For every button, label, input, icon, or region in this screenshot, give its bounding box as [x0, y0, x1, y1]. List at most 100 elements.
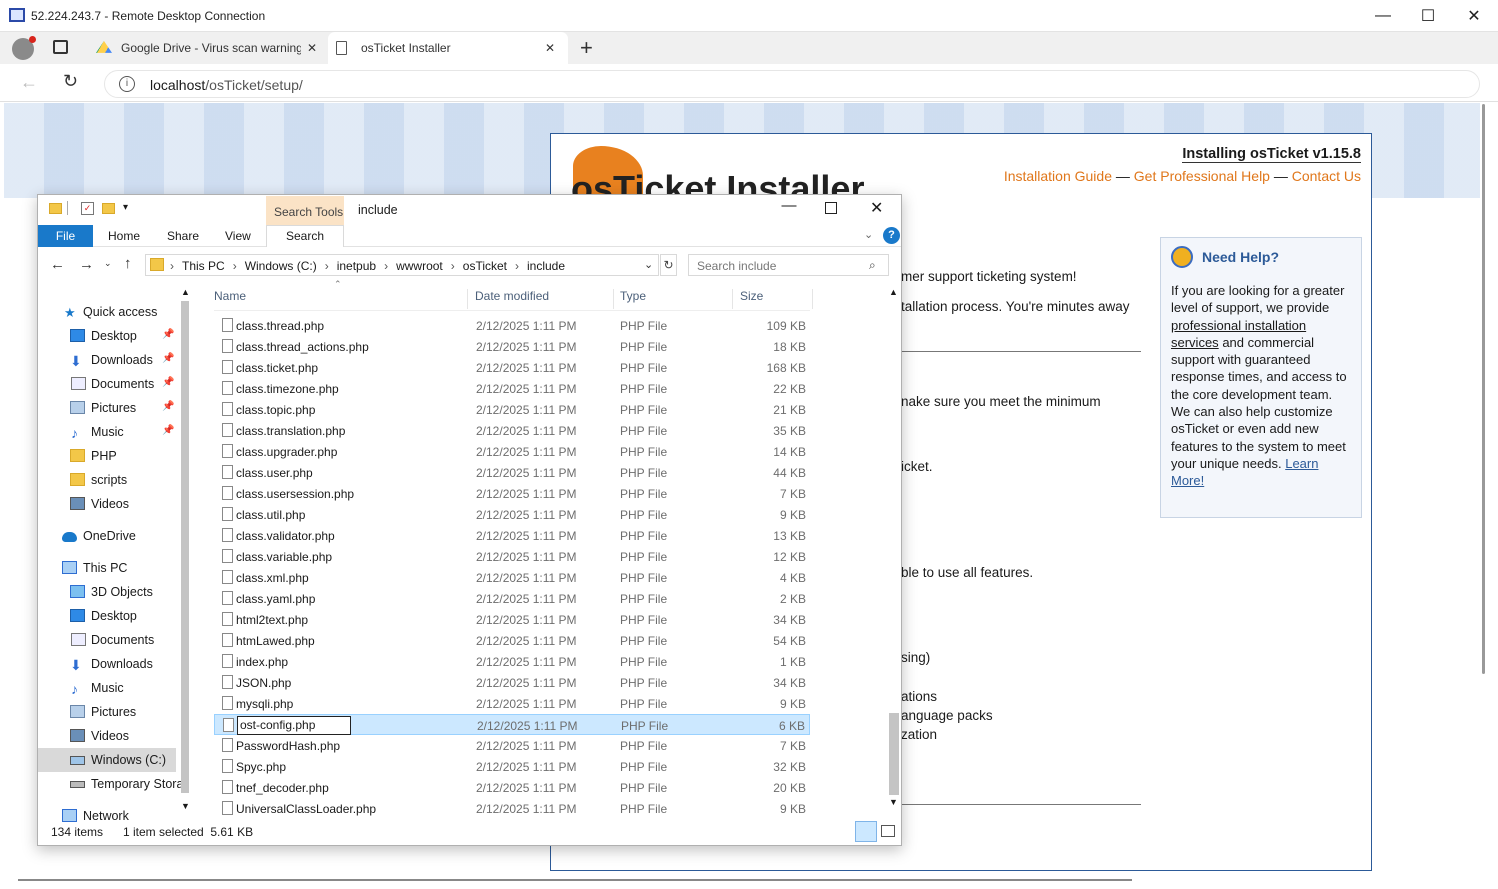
file-row[interactable]: class.usersession.php 2/12/2025 1:11 PM PH… — [214, 483, 810, 504]
pin-icon[interactable]: 📌 — [162, 329, 177, 342]
tab-view[interactable]: View — [225, 229, 251, 243]
file-row[interactable]: ost-config.php 2/12/2025 1:11 PM PHP File 6… — [214, 714, 810, 735]
file-row[interactable]: html2text.php 2/12/2025 1:11 PM PHP File 34… — [214, 609, 810, 630]
tab-actions-icon[interactable] — [53, 40, 68, 54]
pin-icon[interactable]: 📌 — [162, 353, 177, 366]
explorer-minimize-button[interactable]: — — [778, 197, 800, 214]
tab-osticket-installer[interactable]: osTicket Installer ✕ — [328, 32, 568, 64]
nav-item-3d-objects[interactable]: 3D Objects — [38, 580, 176, 604]
info-icon[interactable]: i — [119, 76, 135, 92]
search-input[interactable]: Search include ⌕ — [688, 254, 889, 276]
new-folder-icon[interactable] — [102, 203, 115, 214]
file-row[interactable]: class.upgrader.php 2/12/2025 1:11 PM PHP F… — [214, 441, 810, 462]
tab-share[interactable]: Share — [167, 229, 199, 243]
file-row[interactable]: class.ticket.php 2/12/2025 1:11 PM PHP Fil… — [214, 357, 810, 378]
file-row[interactable]: UniversalClassLoader.php 2/12/2025 1:11 P… — [214, 798, 810, 819]
breadcrumb-bar[interactable]: › This PC › Windows (C:) › inetpub › www… — [145, 254, 659, 276]
new-tab-icon[interactable]: + — [580, 35, 593, 61]
close-tab-icon[interactable]: ✕ — [545, 41, 555, 55]
file-row[interactable]: class.topic.php 2/12/2025 1:11 PM PHP File… — [214, 399, 810, 420]
nav-item-music[interactable]: ♪ Music — [38, 676, 176, 700]
tab-google-drive[interactable]: Google Drive - Virus scan warning ✕ — [84, 32, 324, 64]
tab-home[interactable]: Home — [108, 229, 140, 243]
contact-us-link[interactable]: Contact Us — [1292, 168, 1361, 184]
recent-locations-icon[interactable]: ⌄ — [104, 258, 112, 269]
file-row[interactable]: index.php 2/12/2025 1:11 PM PHP File 1 KB — [214, 651, 810, 672]
nav-item-pictures[interactable]: Pictures — [38, 700, 176, 724]
tab-search[interactable]: Search — [266, 225, 344, 247]
pin-icon[interactable]: 📌 — [162, 425, 177, 438]
nav-item-documents[interactable]: Documents — [38, 628, 176, 652]
nav-item-temporary-storage[interactable]: Temporary Stora — [38, 772, 183, 796]
get-professional-help-link[interactable]: Get Professional Help — [1134, 168, 1270, 184]
crumb-this-pc[interactable]: This PC — [182, 259, 225, 273]
nav-item-desktop[interactable]: Desktop — [38, 604, 176, 628]
up-arrow-icon[interactable]: ↑ — [124, 255, 132, 272]
nav-item-desktop[interactable]: Desktop 📌 — [38, 324, 176, 348]
nav-item-this-pc[interactable]: This PC — [38, 556, 176, 580]
nav-item-quick-access[interactable]: ★ Quick access — [38, 300, 176, 324]
file-row[interactable]: Spyc.php 2/12/2025 1:11 PM PHP File 32 KB — [214, 756, 810, 777]
explorer-close-button[interactable]: ✕ — [870, 198, 883, 218]
nav-item-onedrive[interactable]: OneDrive — [38, 524, 176, 548]
file-row[interactable]: class.yaml.php 2/12/2025 1:11 PM PHP File 2… — [214, 588, 810, 609]
pin-icon[interactable]: 📌 — [162, 401, 177, 414]
scroll-thumb[interactable] — [889, 713, 899, 795]
file-row[interactable]: class.timezone.php 2/12/2025 1:11 PM PHP F… — [214, 378, 810, 399]
nav-item-music[interactable]: ♪ Music 📌 — [38, 420, 176, 444]
nav-item-downloads[interactable]: ⬇ Downloads — [38, 652, 176, 676]
nav-item-php[interactable]: PHP — [38, 444, 176, 468]
file-row[interactable]: class.user.php 2/12/2025 1:11 PM PHP File 4… — [214, 462, 810, 483]
maximize-button[interactable]: ☐ — [1405, 0, 1451, 32]
scroll-thumb[interactable] — [181, 301, 189, 793]
vertical-scrollbar[interactable] — [1482, 104, 1485, 674]
horizontal-scrollbar[interactable] — [18, 879, 1132, 881]
file-name[interactable]: ost-config.php — [237, 716, 351, 735]
details-view-icon[interactable] — [855, 821, 877, 842]
crumb-include[interactable]: include — [527, 259, 565, 273]
nav-item-videos[interactable]: Videos — [38, 724, 176, 748]
tab-file[interactable]: File — [38, 225, 93, 247]
file-row[interactable]: PasswordHash.php 2/12/2025 1:11 PM PHP Fil… — [214, 735, 810, 756]
scroll-up-icon[interactable]: ▲ — [181, 287, 190, 297]
file-row[interactable]: class.variable.php 2/12/2025 1:11 PM PHP F… — [214, 546, 810, 567]
file-row[interactable]: htmLawed.php 2/12/2025 1:11 PM PHP File 54 … — [214, 630, 810, 651]
large-icons-view-icon[interactable] — [881, 825, 895, 837]
file-row[interactable]: class.xml.php 2/12/2025 1:11 PM PHP File 4 … — [214, 567, 810, 588]
properties-icon[interactable]: ✓ — [81, 202, 94, 215]
forward-arrow-icon[interactable]: → — [79, 256, 94, 273]
customize-toolbar-icon[interactable]: ▾ — [123, 202, 128, 213]
file-row[interactable]: class.thread_actions.php 2/12/2025 1:11 P… — [214, 336, 810, 357]
minimize-button[interactable]: — — [1360, 0, 1406, 32]
file-list-scrollbar[interactable]: ▲ ▼ — [887, 287, 901, 807]
nav-item-downloads[interactable]: ⬇ Downloads 📌 — [38, 348, 176, 372]
nav-item-scripts[interactable]: scripts — [38, 468, 176, 492]
crumb-inetpub[interactable]: inetpub — [337, 259, 376, 273]
nav-scrollbar[interactable]: ▲ ▼ — [178, 287, 192, 817]
crumb-osticket[interactable]: osTicket — [463, 259, 507, 273]
chevron-down-icon[interactable]: ⌄ — [644, 258, 653, 271]
pin-icon[interactable]: 📌 — [162, 377, 177, 390]
installation-guide-link[interactable]: Installation Guide — [1004, 168, 1112, 184]
file-row[interactable]: class.thread.php 2/12/2025 1:11 PM PHP Fil… — [214, 315, 810, 336]
file-row[interactable]: JSON.php 2/12/2025 1:11 PM PHP File 34 KB — [214, 672, 810, 693]
close-tab-icon[interactable]: ✕ — [307, 41, 317, 55]
crumb-wwwroot[interactable]: wwwroot — [396, 259, 443, 273]
refresh-icon[interactable]: ↻ — [660, 254, 677, 276]
back-arrow-icon[interactable]: ← — [50, 256, 65, 273]
file-row[interactable]: class.translation.php 2/12/2025 1:11 PM PH… — [214, 420, 810, 441]
refresh-icon[interactable]: ↻ — [63, 71, 78, 92]
close-button[interactable]: ✕ — [1451, 0, 1497, 32]
expand-ribbon-icon[interactable]: ⌄ — [864, 228, 873, 241]
help-icon[interactable]: ? — [883, 227, 900, 244]
file-row[interactable]: class.util.php 2/12/2025 1:11 PM PHP File 9… — [214, 504, 810, 525]
nav-item-pictures[interactable]: Pictures 📌 — [38, 396, 176, 420]
nav-item-documents[interactable]: Documents 📌 — [38, 372, 176, 396]
file-row[interactable]: class.validator.php 2/12/2025 1:11 PM PHP … — [214, 525, 810, 546]
scroll-down-icon[interactable]: ▼ — [181, 801, 190, 811]
explorer-maximize-button[interactable] — [825, 202, 837, 214]
nav-item-videos[interactable]: Videos — [38, 492, 176, 516]
scroll-up-icon[interactable]: ▲ — [889, 287, 898, 297]
nav-item-windows-c[interactable]: Windows (C:) — [38, 748, 176, 772]
scroll-down-icon[interactable]: ▼ — [889, 797, 898, 807]
